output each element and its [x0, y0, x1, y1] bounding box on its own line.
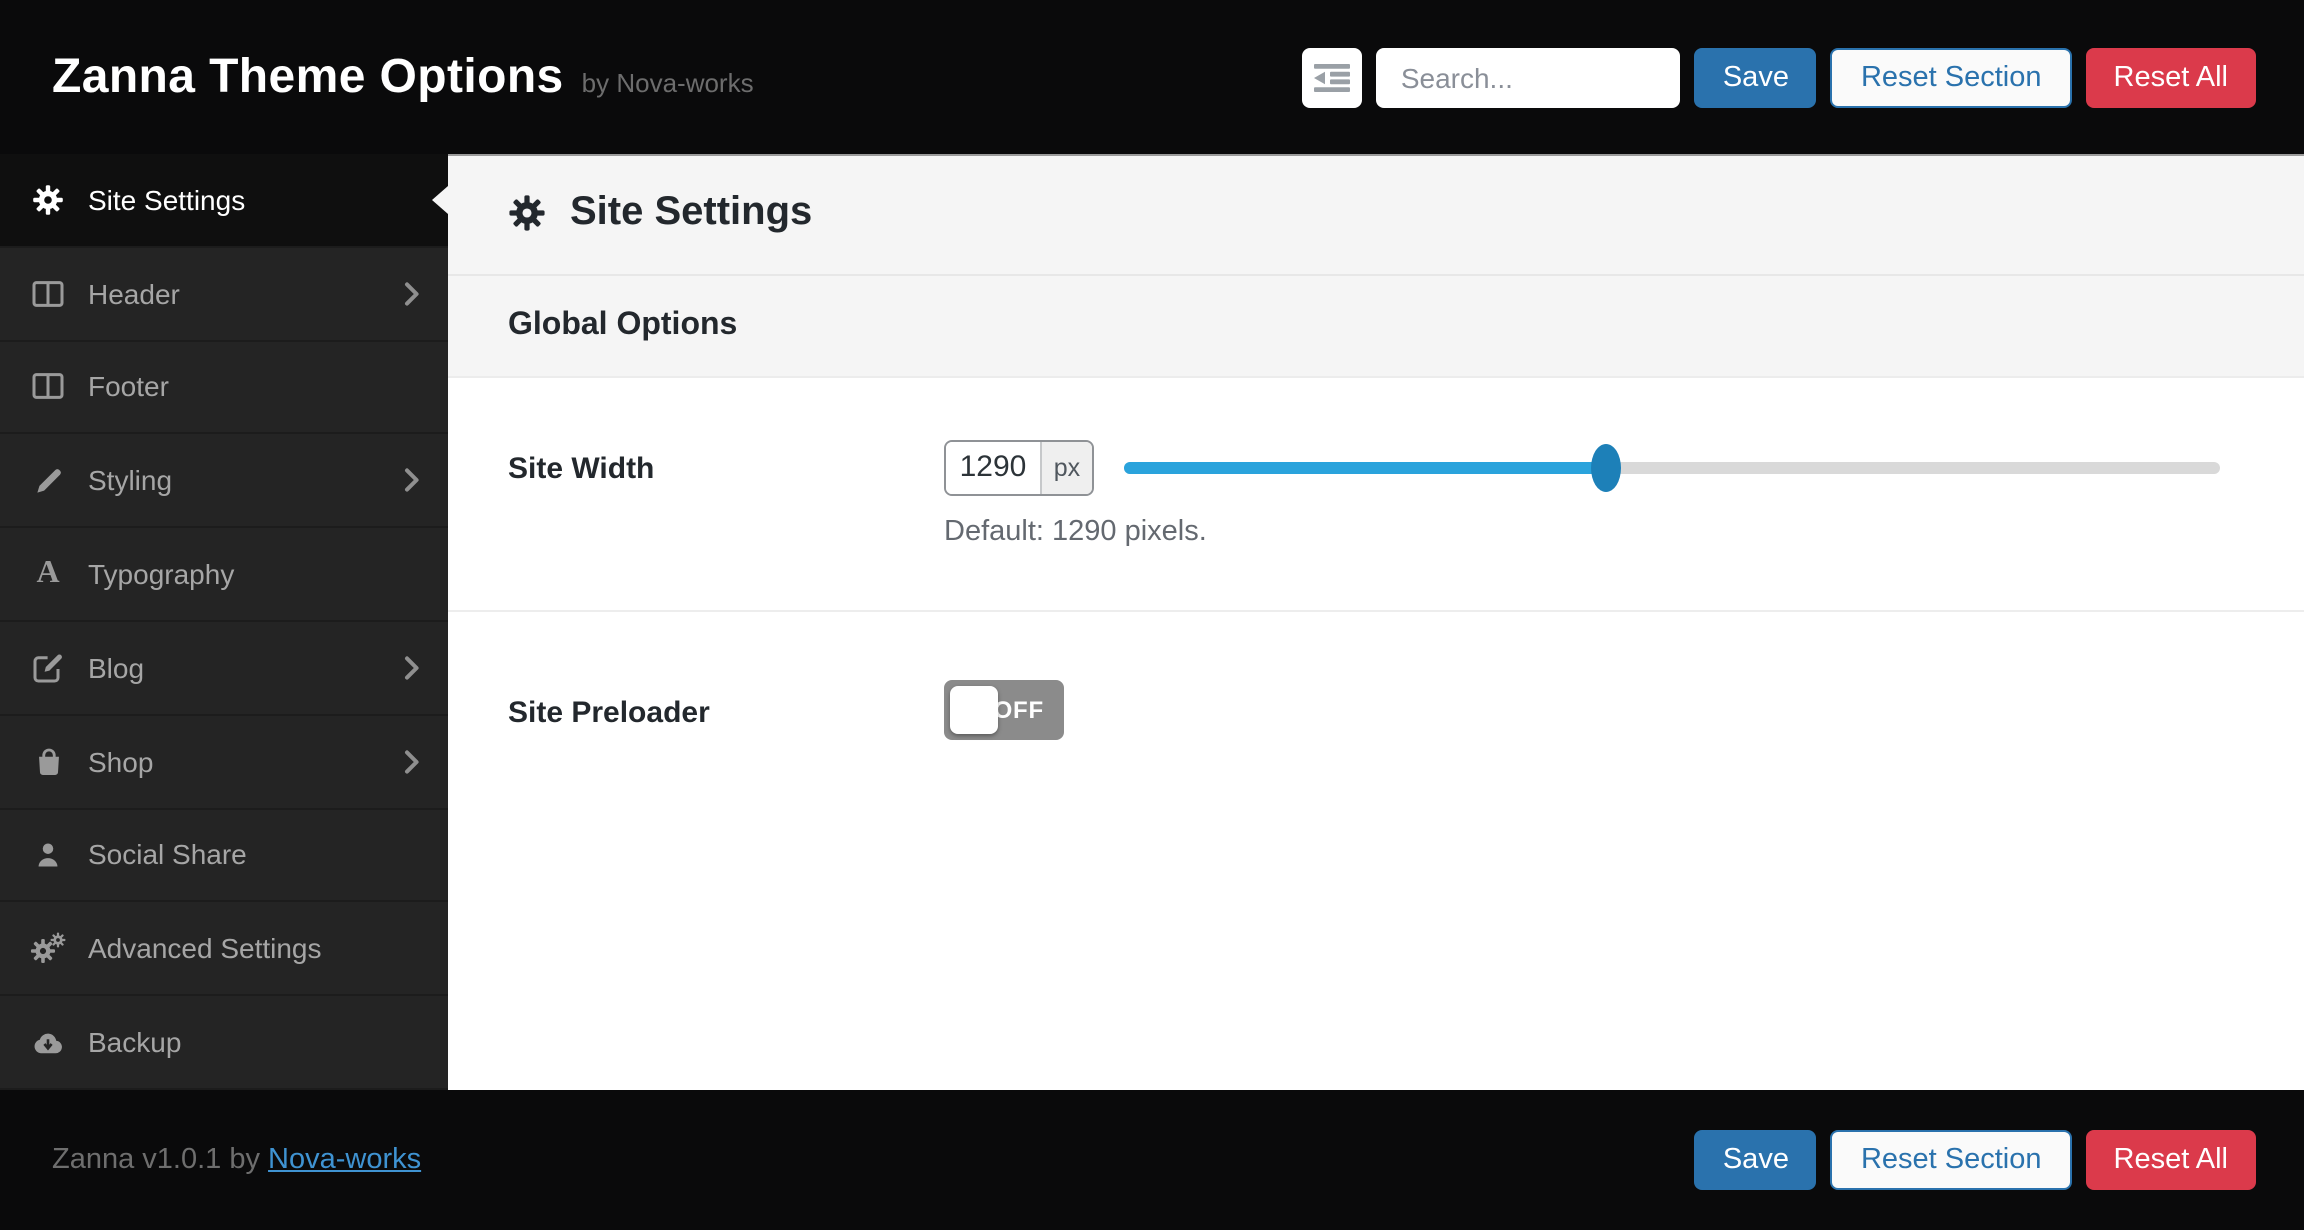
sidebar-item-label: Shop [88, 745, 404, 777]
site-width-slider-fill [1124, 461, 1606, 473]
sidebar-item-label: Backup [88, 1026, 420, 1058]
site-width-slider[interactable] [1124, 439, 2220, 495]
toggle-state-label: OFF [994, 695, 1044, 723]
chevron-right-icon [404, 749, 420, 773]
page-header: Site Settings [448, 154, 2304, 275]
chevron-right-icon [404, 281, 420, 305]
brand: Zanna Theme Options by Nova-works [52, 49, 754, 105]
columns-icon [30, 371, 66, 403]
save-button-footer[interactable]: Save [1695, 1130, 1817, 1190]
footer-controls: Save Reset Section Reset All [1695, 1130, 2256, 1190]
gear-icon [30, 184, 66, 216]
edit-icon [30, 652, 66, 684]
app-byline: by Nova-works [582, 67, 754, 97]
sidebar-item-label: Header [88, 277, 404, 309]
chevron-right-icon [404, 656, 420, 680]
footer-credit: Zanna v1.0.1 by Nova-works [52, 1144, 421, 1176]
footer-credit-text: Zanna v1.0.1 by [52, 1144, 268, 1176]
site-width-input[interactable] [946, 441, 1040, 493]
site-preloader-label: Site Preloader [508, 679, 944, 739]
sidebar-item-header[interactable]: Header [0, 248, 448, 342]
sidebar-item-label: Site Settings [88, 184, 420, 216]
site-width-controls: px [944, 439, 2220, 495]
chevron-right-icon [404, 469, 420, 493]
sidebar-item-label: Typography [88, 558, 420, 590]
site-width-input-group: px [944, 439, 1094, 495]
typography-icon: A [30, 558, 66, 590]
site-preloader-row: Site Preloader OFF [448, 611, 2304, 739]
sidebar-item-advanced-settings[interactable]: Advanced Settings [0, 903, 448, 997]
vendor-link[interactable]: Nova-works [268, 1144, 421, 1176]
toggle-knob [950, 685, 998, 733]
sidebar-item-social-share[interactable]: Social Share [0, 809, 448, 903]
sidebar-item-footer[interactable]: Footer [0, 341, 448, 435]
sidebar-item-label: Footer [88, 371, 420, 403]
site-width-description: Default: 1290 pixels. [944, 515, 2220, 547]
collapse-menu-button[interactable] [1303, 47, 1363, 107]
sidebar-item-blog[interactable]: Blog [0, 622, 448, 716]
site-width-unit: px [1040, 441, 1092, 493]
sidebar-item-label: Advanced Settings [88, 933, 420, 965]
reset-all-button-footer[interactable]: Reset All [2086, 1130, 2256, 1190]
save-button[interactable]: Save [1695, 47, 1817, 107]
columns-icon [30, 277, 66, 309]
sidebar-item-shop[interactable]: Shop [0, 716, 448, 810]
site-width-field: px Default: 1290 pixels. [944, 439, 2220, 609]
page-title: Site Settings [570, 191, 812, 237]
footer-bar: Zanna v1.0.1 by Nova-works Save Reset Se… [0, 1090, 2304, 1230]
topbar: Zanna Theme Options by Nova-works Save R… [0, 0, 2304, 154]
main-content: Site Settings Global Options Site Width … [448, 154, 2304, 1090]
sidebar-item-styling[interactable]: Styling [0, 435, 448, 529]
sidebar: Site Settings Header Footer [0, 154, 448, 1090]
gear-icon [508, 195, 546, 233]
site-width-row: Site Width px Default: 1290 pixels. [448, 377, 2304, 611]
reset-all-button[interactable]: Reset All [2086, 47, 2256, 107]
sidebar-item-site-settings[interactable]: Site Settings [0, 154, 448, 248]
search-input[interactable] [1377, 47, 1681, 107]
slider-handle[interactable] [1591, 443, 1621, 491]
app-title: Zanna Theme Options [52, 49, 564, 105]
section-header: Global Options [448, 275, 2304, 377]
sidebar-item-label: Blog [88, 652, 404, 684]
shopping-bag-icon [30, 745, 66, 777]
site-width-label: Site Width [508, 439, 944, 609]
pencil-icon [30, 466, 66, 496]
section-title: Global Options [508, 307, 737, 343]
reset-section-button[interactable]: Reset Section [1831, 47, 2072, 107]
outdent-icon [1315, 63, 1351, 91]
cloud-download-icon [30, 1028, 66, 1056]
topbar-controls: Save Reset Section Reset All [1303, 47, 2256, 107]
reset-section-button-footer[interactable]: Reset Section [1831, 1130, 2072, 1190]
sidebar-item-backup[interactable]: Backup [0, 996, 448, 1090]
gears-icon [30, 933, 66, 965]
sidebar-item-label: Social Share [88, 839, 420, 871]
user-icon [30, 840, 66, 870]
sidebar-item-label: Styling [88, 465, 404, 497]
theme-options-window: Zanna Theme Options by Nova-works Save R… [0, 0, 2304, 1230]
site-preloader-field: OFF [944, 679, 2220, 739]
site-preloader-toggle[interactable]: OFF [944, 679, 1064, 739]
sidebar-item-typography[interactable]: A Typography [0, 528, 448, 622]
